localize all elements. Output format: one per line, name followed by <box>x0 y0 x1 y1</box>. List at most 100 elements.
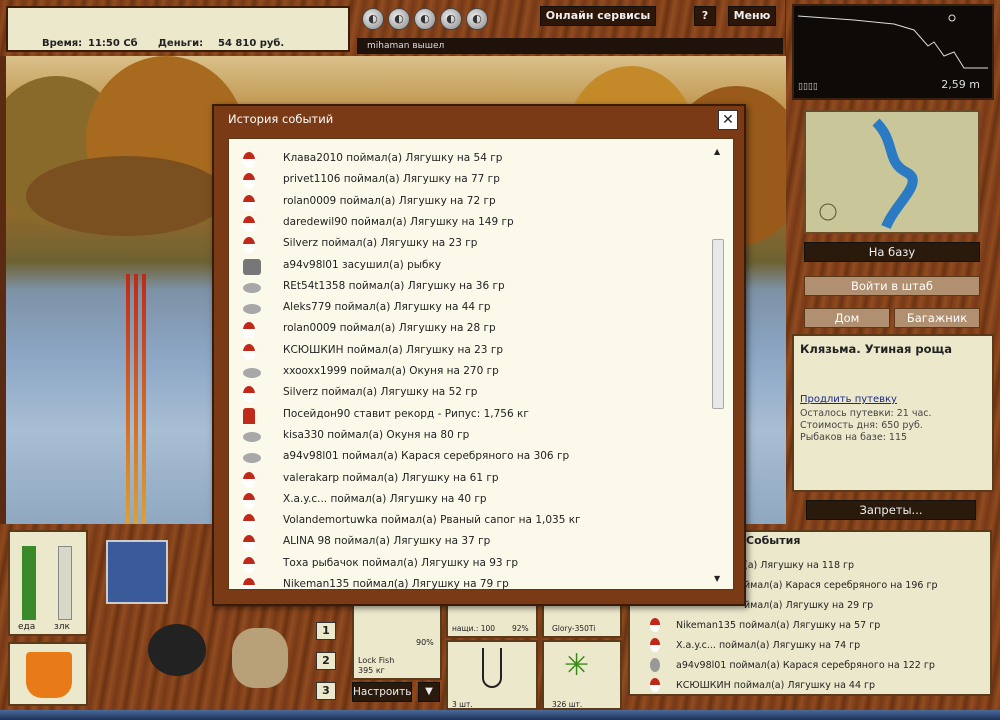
history-row-text: Клава2010 поймал(а) Лягушку на 54 гр <box>283 152 503 164</box>
event-history-list[interactable]: Клава2010 поймал(а) Лягушку на 54 гр priv… <box>228 138 734 590</box>
float-icon <box>243 322 255 339</box>
food-label: еда <box>18 622 36 632</box>
history-row: Aleks779 поймал(а) Лягушку на 44 гр <box>229 298 709 319</box>
float-icon <box>243 152 255 168</box>
battery-icon: ▯▯▯▯ <box>798 82 818 92</box>
bans-button[interactable]: Запреты... <box>806 500 976 520</box>
spoon-icon <box>243 368 261 378</box>
close-button[interactable]: ✕ <box>718 110 738 130</box>
catch-slot-icon[interactable]: ◐ <box>440 8 462 30</box>
event-row: ймал(а) Лягушку на 29 гр <box>744 600 874 611</box>
record-icon <box>243 407 255 424</box>
event-row: X.a.y.c... поймал(а) Лягушку на 74 гр <box>676 640 861 651</box>
fishing-rod[interactable] <box>142 274 146 524</box>
history-row: X.a.y.c... поймал(а) Лягушку на 40 гр <box>229 490 709 511</box>
scroll-thumb[interactable] <box>712 239 724 409</box>
bushes <box>26 156 226 236</box>
history-row-text: a94v98l01 поймал(а) Карася серебряного н… <box>283 450 570 463</box>
hook-slot[interactable]: 3 шт. <box>446 640 538 710</box>
enter-hq-button[interactable]: Войти в штаб <box>804 276 980 296</box>
catch-slot-icon[interactable]: ◐ <box>362 8 384 30</box>
extend-permit-link[interactable]: Продлить путевку <box>800 394 897 405</box>
spoon-icon <box>243 304 261 315</box>
dropdown-button[interactable]: ▼ <box>418 682 440 702</box>
permit-left: Осталось путевки: 21 час. <box>800 408 932 419</box>
depth-value: 2,59 m <box>941 78 980 91</box>
rod-weight: 395 кг <box>358 666 385 675</box>
event-row: (а) Лягушку на 118 гр <box>744 560 855 571</box>
history-row-text: kisa330 поймал(а) Окуня на 80 гр <box>283 428 470 441</box>
history-row-text: valerakarp поймал(а) Лягушку на 61 гр <box>283 471 499 484</box>
catch-slot-icon[interactable]: ◐ <box>414 8 436 30</box>
time-value: 11:50 Сб <box>88 38 138 49</box>
rod-slot[interactable]: Lock Fish 395 кг 90% <box>352 604 442 680</box>
scroll-up-icon[interactable]: ▲ <box>714 147 720 156</box>
sack-icon[interactable] <box>232 628 288 688</box>
anglers-count: Рыбаков на базе: 115 <box>800 432 908 443</box>
help-button[interactable]: ? <box>694 6 716 26</box>
history-row-text: xxooxx1999 поймал(а) Окуня на 270 гр <box>283 365 499 377</box>
history-row: rolan0009 поймал(а) Лягушку на 72 гр <box>229 192 709 213</box>
float-icon <box>243 343 255 360</box>
bait-slot[interactable]: ✳ 326 шт. <box>542 640 622 710</box>
location-map[interactable] <box>804 110 980 234</box>
money-label: Деньги: <box>158 38 204 49</box>
catch-slot-icon[interactable]: ◐ <box>388 8 410 30</box>
menu-button[interactable]: Меню <box>728 6 776 26</box>
tackle-box-icon[interactable] <box>106 540 168 604</box>
slot-1-button[interactable]: 1 <box>316 622 336 640</box>
events-title: События <box>746 534 801 547</box>
history-row-text: rolan0009 поймал(а) Лягушку на 72 гр <box>283 194 496 207</box>
trunk-button[interactable]: Багажник <box>894 308 980 328</box>
event-history-dialog: История событий ✕ Клава2010 поймал(а) Ля… <box>212 104 746 606</box>
history-row-text: X.a.y.c... поймал(а) Лягушку на 40 гр <box>283 492 487 505</box>
pot-icon[interactable] <box>148 624 206 676</box>
scrollbar[interactable]: ▲ ▼ <box>711 147 725 583</box>
float-icon <box>243 514 255 531</box>
history-row: xxooxx1999 поймал(а) Окуня на 270 гр <box>229 362 709 383</box>
catch-slot-icon[interactable]: ◐ <box>466 8 488 30</box>
history-row: REt54t1358 поймал(а) Лягушку на 36 гр <box>229 277 709 298</box>
bait-count: 326 шт. <box>552 700 583 709</box>
history-row: Volandemortuwka поймал(а) Рваный сапог н… <box>229 511 709 532</box>
line-slot[interactable]: нащи.: 100 92% <box>446 604 538 638</box>
history-row: valerakarp поймал(а) Лягушку на 61 гр <box>229 469 709 490</box>
health-label: злк <box>54 622 70 632</box>
history-row-text: Silverz поймал(а) Лягушку на 52 гр <box>283 386 478 399</box>
location-title: Клязьма. Утиная роща <box>800 342 952 356</box>
history-row-text: Aleks779 поймал(а) Лягушку на 44 гр <box>283 301 491 314</box>
spoon-icon <box>243 453 261 464</box>
float-icon <box>243 194 255 211</box>
history-row: ALINA 98 поймал(а) Лягушку на 37 гр <box>229 532 709 553</box>
depth-meter: ▯▯▯▯ 2,59 m <box>792 4 994 100</box>
health-meter <box>58 546 72 620</box>
taskbar <box>0 710 1000 720</box>
to-base-button[interactable]: На базу <box>804 242 980 262</box>
history-row: Silverz поймал(а) Лягушку на 52 гр <box>229 383 709 404</box>
hook-icon <box>482 648 502 688</box>
history-row-text: a94v98l01 засушил(а) рыбку <box>283 258 442 271</box>
float-icon <box>243 237 255 254</box>
reel-slot[interactable]: Glory-350Ti <box>542 604 622 638</box>
bucket-slot[interactable] <box>8 642 88 706</box>
history-row: rolan0009 поймал(а) Лягушку на 28 гр <box>229 319 709 340</box>
status-message: mihaman вышел <box>357 38 783 54</box>
slot-2-button[interactable]: 2 <box>316 652 336 670</box>
time-label: Время: <box>42 38 83 49</box>
history-row-text: Volandemortuwka поймал(а) Рваный сапог н… <box>283 514 581 527</box>
history-row: privet1106 поймал(а) Лягушку на 77 гр <box>229 170 709 191</box>
rod-durability: 90% <box>416 638 434 647</box>
float-icon <box>243 215 255 232</box>
home-button[interactable]: Дом <box>804 308 890 328</box>
location-info: Клязьма. Утиная роща Продлить путевку Ос… <box>792 334 994 492</box>
configure-button[interactable]: Настроить <box>352 682 412 702</box>
online-services-button[interactable]: Онлайн сервисы <box>540 6 656 26</box>
event-row: a94v98l01 поймал(а) Карася серебряного н… <box>676 660 935 671</box>
scroll-down-icon[interactable]: ▼ <box>714 574 720 583</box>
history-row: daredewil90 поймал(а) Лягушку на 149 гр <box>229 213 709 234</box>
fishing-rod[interactable] <box>134 274 138 524</box>
history-row: Silverz поймал(а) Лягушку на 23 гр <box>229 234 709 255</box>
event-row: КСЮШКИН поймал(а) Лягушку на 44 гр <box>676 680 876 691</box>
fishing-rod[interactable] <box>126 274 130 524</box>
slot-3-button[interactable]: 3 <box>316 682 336 700</box>
